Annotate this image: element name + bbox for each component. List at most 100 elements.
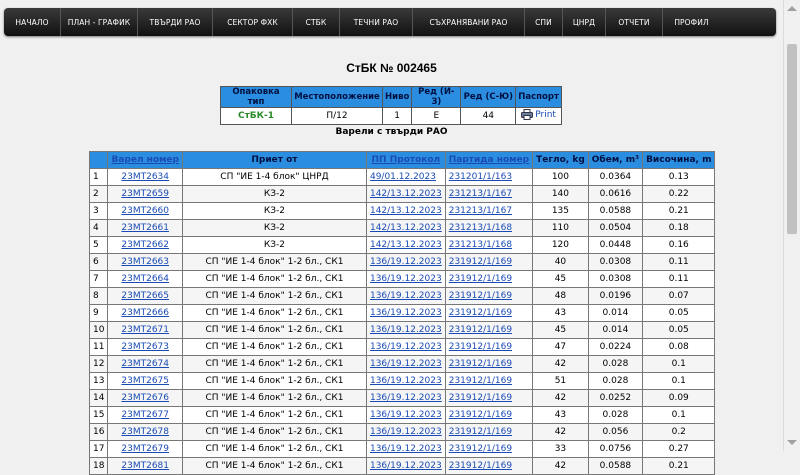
batch-number-link[interactable]: 231912/1/169 (449, 308, 512, 318)
cell-batch-number-link[interactable]: 231912/1/169 (444, 372, 534, 390)
batch-number-link[interactable]: 231912/1/169 (449, 427, 512, 437)
protocol-link[interactable]: 136/19.12.2023 (370, 274, 442, 284)
batch-number-link[interactable]: 231912/1/169 (449, 359, 512, 369)
cell-barrel-number-link[interactable]: 23МТ2661 (107, 219, 183, 237)
barrel-number-link[interactable]: 23МТ2663 (121, 257, 169, 267)
cell-barrel-number-link[interactable]: 23МТ2675 (107, 372, 183, 390)
col-header-protocol[interactable]: ПП Протокол (365, 151, 446, 169)
batch-number-link[interactable]: 231213/1/168 (449, 240, 512, 250)
protocol-link[interactable]: 136/19.12.2023 (370, 291, 442, 301)
barrel-number-link[interactable]: 23МТ2664 (121, 274, 169, 284)
barrel-number-link[interactable]: 23МТ2674 (121, 359, 169, 369)
protocol-link[interactable]: 136/19.12.2023 (370, 461, 442, 471)
barrel-number-link[interactable]: 23МТ2675 (121, 376, 169, 386)
cell-batch-number-link[interactable]: 231213/1/168 (444, 219, 534, 237)
barrel-number-link[interactable]: 23МТ2665 (121, 291, 169, 301)
cell-batch-number-link[interactable]: 231213/1/167 (444, 202, 534, 220)
cell-protocol-link[interactable]: 136/19.12.2023 (365, 457, 446, 475)
protocol-link[interactable]: 136/19.12.2023 (370, 427, 442, 437)
cell-barrel-number-link[interactable]: 23МТ2674 (107, 355, 183, 373)
protocol-link[interactable]: 136/19.12.2023 (370, 342, 442, 352)
protocol-link[interactable]: 136/19.12.2023 (370, 444, 442, 454)
cell-barrel-number-link[interactable]: 23МТ2681 (107, 457, 183, 475)
batch-number-link[interactable]: 231213/1/167 (449, 189, 512, 199)
cell-protocol-link[interactable]: 142/13.12.2023 (365, 236, 446, 254)
cell-protocol-link[interactable]: 136/19.12.2023 (365, 338, 446, 356)
cell-protocol-link[interactable]: 136/19.12.2023 (365, 253, 446, 271)
protocol-link[interactable]: 142/13.12.2023 (370, 189, 442, 199)
cell-batch-number-link[interactable]: 231912/1/169 (444, 321, 534, 339)
vertical-scrollbar[interactable] (783, 0, 800, 451)
cell-batch-number-link[interactable]: 231912/1/169 (444, 338, 534, 356)
sort-batch-number-link[interactable]: Партида номер (449, 155, 529, 165)
cell-barrel-number-link[interactable]: 23МТ2678 (107, 423, 183, 441)
scroll-down-arrow-icon[interactable] (787, 440, 797, 445)
protocol-link[interactable]: 142/13.12.2023 (370, 206, 442, 216)
nav-stored-rao[interactable]: СЪХРАНЯВАНИ РАО (413, 8, 525, 36)
barrel-number-link[interactable]: 23МТ2678 (121, 427, 169, 437)
batch-number-link[interactable]: 231912/1/169 (449, 257, 512, 267)
batch-number-link[interactable]: 231912/1/169 (449, 342, 512, 352)
protocol-link[interactable]: 136/19.12.2023 (370, 257, 442, 267)
cell-batch-number-link[interactable]: 231912/1/169 (444, 457, 534, 475)
cell-barrel-number-link[interactable]: 23МТ2679 (107, 440, 183, 458)
barrel-number-link[interactable]: 23МТ2681 (121, 461, 169, 471)
nav-spi[interactable]: СПИ (525, 8, 563, 36)
cell-barrel-number-link[interactable]: 23МТ2663 (107, 253, 183, 271)
protocol-link[interactable]: 136/19.12.2023 (370, 308, 442, 318)
cell-batch-number-link[interactable]: 231912/1/169 (444, 253, 534, 271)
cell-barrel-number-link[interactable]: 23МТ2659 (107, 185, 183, 203)
batch-number-link[interactable]: 231213/1/168 (449, 223, 512, 233)
cell-protocol-link[interactable]: 142/13.12.2023 (365, 219, 446, 237)
nav-plan-schedule[interactable]: ПЛАН - ГРАФИК (61, 8, 138, 36)
sort-protocol-link[interactable]: ПП Протокол (372, 155, 441, 165)
sort-barrel-number-link[interactable]: Варел номер (111, 155, 179, 165)
barrel-number-link[interactable]: 23МТ2666 (121, 308, 169, 318)
cell-batch-number-link[interactable]: 231912/1/169 (444, 440, 534, 458)
cell-protocol-link[interactable]: 136/19.12.2023 (365, 304, 446, 322)
cell-batch-number-link[interactable]: 231912/1/169 (444, 423, 534, 441)
scroll-up-arrow-icon[interactable] (787, 6, 797, 11)
nav-liquid-rao[interactable]: ТЕЧНИ РАО (340, 8, 413, 36)
barrel-number-link[interactable]: 23МТ2661 (121, 223, 169, 233)
nav-profile[interactable]: ПРОФИЛ (663, 8, 720, 36)
cell-batch-number-link[interactable]: 231912/1/169 (444, 406, 534, 424)
barrel-number-link[interactable]: 23МТ2660 (121, 206, 169, 216)
batch-number-link[interactable]: 231912/1/169 (449, 410, 512, 420)
barrel-number-link[interactable]: 23МТ2676 (121, 393, 169, 403)
nav-sector-fhk[interactable]: СЕКТОР ФХК (213, 8, 293, 36)
cell-protocol-link[interactable]: 136/19.12.2023 (365, 372, 446, 390)
cell-barrel-number-link[interactable]: 23МТ2676 (107, 389, 183, 407)
nav-solid-rao[interactable]: ТВЪРДИ РАО (138, 8, 213, 36)
barrel-number-link[interactable]: 23МТ2677 (121, 410, 169, 420)
cell-protocol-link[interactable]: 136/19.12.2023 (365, 440, 446, 458)
cell-batch-number-link[interactable]: 231912/1/169 (444, 304, 534, 322)
cell-protocol-link[interactable]: 136/19.12.2023 (365, 423, 446, 441)
protocol-link[interactable]: 142/13.12.2023 (370, 223, 442, 233)
cell-protocol-link[interactable]: 136/19.12.2023 (365, 270, 446, 288)
barrel-number-link[interactable]: 23МТ2634 (121, 172, 169, 182)
protocol-link[interactable]: 136/19.12.2023 (370, 410, 442, 420)
batch-number-link[interactable]: 231201/1/163 (449, 172, 512, 182)
batch-number-link[interactable]: 231912/1/169 (449, 461, 512, 471)
cell-batch-number-link[interactable]: 231912/1/169 (444, 270, 534, 288)
col-header-barrel-number[interactable]: Варел номер (107, 151, 183, 169)
cell-barrel-number-link[interactable]: 23МТ2634 (107, 168, 183, 186)
print-button[interactable]: Print (515, 107, 562, 125)
col-header-batch-number[interactable]: Партида номер (444, 151, 534, 169)
scroll-thumb[interactable] (787, 44, 797, 234)
nav-cnrd[interactable]: ЦНРД (563, 8, 606, 36)
cell-batch-number-link[interactable]: 231912/1/169 (444, 389, 534, 407)
batch-number-link[interactable]: 231912/1/169 (449, 393, 512, 403)
cell-batch-number-link[interactable]: 231912/1/169 (444, 287, 534, 305)
protocol-link[interactable]: 136/19.12.2023 (370, 393, 442, 403)
batch-number-link[interactable]: 231912/1/169 (449, 325, 512, 335)
cell-batch-number-link[interactable]: 231213/1/168 (444, 236, 534, 254)
cell-barrel-number-link[interactable]: 23МТ2664 (107, 270, 183, 288)
cell-barrel-number-link[interactable]: 23МТ2660 (107, 202, 183, 220)
cell-batch-number-link[interactable]: 231201/1/163 (444, 168, 534, 186)
batch-number-link[interactable]: 231213/1/167 (449, 206, 512, 216)
nav-home[interactable]: НАЧАЛО (4, 8, 61, 36)
protocol-link[interactable]: 136/19.12.2023 (370, 359, 442, 369)
protocol-link[interactable]: 136/19.12.2023 (370, 325, 442, 335)
